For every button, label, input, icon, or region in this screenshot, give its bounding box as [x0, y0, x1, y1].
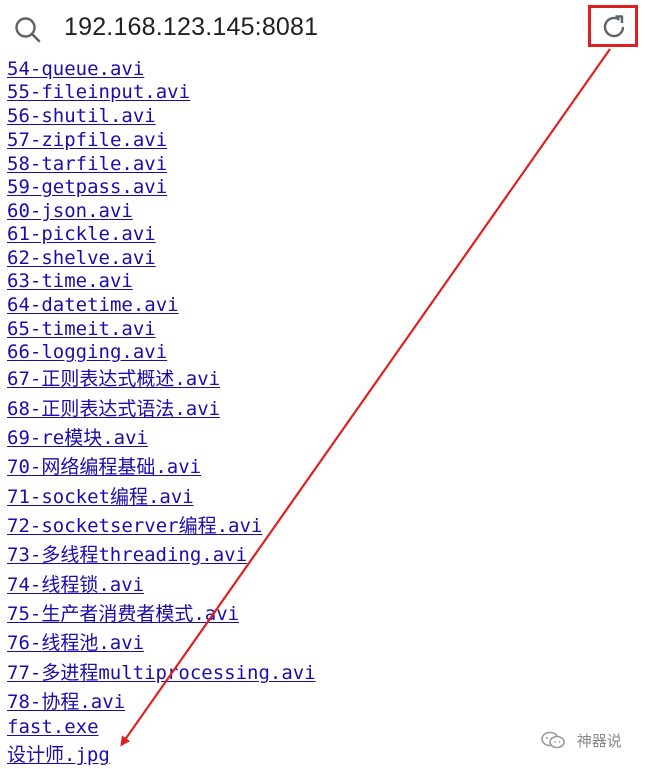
list-item: 60-json.avi	[7, 200, 133, 223]
list-item: 74-线程锁.avi	[7, 574, 144, 597]
list-item: 75-生产者消费者模式.avi	[7, 603, 239, 626]
list-item: 67-正则表达式概述.avi	[7, 368, 220, 391]
file-link[interactable]: 54-queue.avi	[7, 58, 144, 80]
file-link[interactable]: 56-shutil.avi	[7, 105, 156, 127]
list-item: 55-fileinput.avi	[7, 81, 190, 104]
list-item: 64-datetime.avi	[7, 294, 179, 317]
file-link[interactable]: 78-协程.avi	[7, 691, 125, 713]
file-link[interactable]: 68-正则表达式语法.avi	[7, 398, 220, 420]
file-link[interactable]: 57-zipfile.avi	[7, 129, 167, 151]
file-link[interactable]: 设计师.jpg	[7, 744, 110, 766]
list-item: 70-网络编程基础.avi	[7, 456, 201, 479]
file-list: 54-queue.avi 55-fileinput.avi 56-shutil.av…	[0, 0, 645, 769]
list-item: 78-协程.avi	[7, 691, 125, 714]
file-link[interactable]: 58-tarfile.avi	[7, 153, 167, 175]
file-link[interactable]: 61-pickle.avi	[7, 223, 156, 245]
address-bar: 192.168.123.145:8081	[0, 0, 645, 60]
file-link[interactable]: 77-多进程multiprocessing.avi	[7, 662, 316, 684]
watermark: 神器说	[540, 730, 622, 751]
file-link[interactable]: 65-timeit.avi	[7, 318, 156, 340]
search-icon[interactable]	[14, 16, 42, 44]
watermark-text: 神器说	[576, 732, 622, 750]
file-link[interactable]: 70-网络编程基础.avi	[7, 456, 201, 478]
reload-icon	[603, 15, 625, 38]
file-link[interactable]: 69-re模块.avi	[7, 427, 148, 449]
file-link[interactable]: 72-socketserver编程.avi	[7, 515, 262, 537]
list-item: 56-shutil.avi	[7, 105, 156, 128]
list-item: 71-socket编程.avi	[7, 486, 194, 509]
reload-button[interactable]	[588, 5, 638, 47]
file-link[interactable]: 73-多线程threading.avi	[7, 544, 247, 566]
list-item: 设计师.jpg	[7, 744, 110, 767]
list-item: 63-time.avi	[7, 270, 133, 293]
list-item: 77-多进程multiprocessing.avi	[7, 662, 316, 685]
list-item: 76-线程池.avi	[7, 632, 144, 655]
list-item: 59-getpass.avi	[7, 176, 167, 199]
list-item: 61-pickle.avi	[7, 223, 156, 246]
list-item: 72-socketserver编程.avi	[7, 515, 262, 538]
url-text[interactable]: 192.168.123.145:8081	[64, 13, 318, 42]
file-link[interactable]: 55-fileinput.avi	[7, 81, 190, 103]
list-item: 66-logging.avi	[7, 341, 167, 364]
wechat-icon	[541, 731, 565, 749]
list-item: 54-queue.avi	[7, 58, 144, 81]
file-link[interactable]: 60-json.avi	[7, 200, 133, 222]
list-item: 62-shelve.avi	[7, 247, 156, 270]
file-link[interactable]: 66-logging.avi	[7, 341, 167, 363]
file-link[interactable]: 74-线程锁.avi	[7, 574, 144, 596]
file-link[interactable]: 75-生产者消费者模式.avi	[7, 603, 239, 625]
list-item: fast.exe	[7, 716, 99, 739]
list-item: 68-正则表达式语法.avi	[7, 398, 220, 421]
list-item: 65-timeit.avi	[7, 318, 156, 341]
list-item: 73-多线程threading.avi	[7, 544, 247, 567]
file-link[interactable]: 64-datetime.avi	[7, 294, 179, 316]
file-link[interactable]: 67-正则表达式概述.avi	[7, 368, 220, 390]
file-link[interactable]: 62-shelve.avi	[7, 247, 156, 269]
file-link[interactable]: 71-socket编程.avi	[7, 486, 194, 508]
list-item: 58-tarfile.avi	[7, 153, 167, 176]
file-link[interactable]: 59-getpass.avi	[7, 176, 167, 198]
file-link[interactable]: 76-线程池.avi	[7, 632, 144, 654]
list-item: 57-zipfile.avi	[7, 129, 167, 152]
file-link[interactable]: 63-time.avi	[7, 270, 133, 292]
file-link[interactable]: fast.exe	[7, 716, 99, 738]
list-item: 69-re模块.avi	[7, 427, 148, 450]
